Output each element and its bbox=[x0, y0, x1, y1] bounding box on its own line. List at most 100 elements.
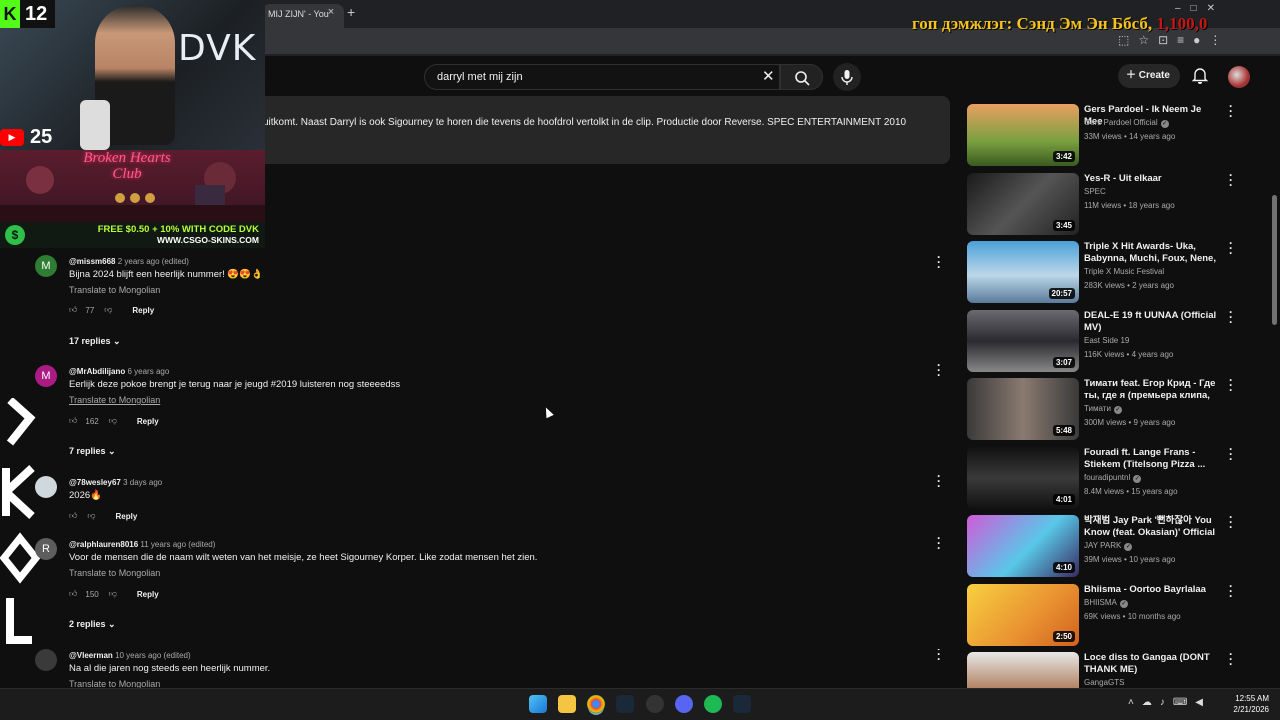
comment-author[interactable]: @missm668 bbox=[69, 257, 116, 266]
sidebar-scrollbar[interactable] bbox=[1272, 195, 1277, 325]
system-tray[interactable]: ˄☁♪⌨◀ bbox=[1128, 697, 1211, 708]
thumbs-down-icon[interactable]: 👎︎ bbox=[109, 589, 117, 599]
comment-menu-icon[interactable]: · · · bbox=[934, 532, 944, 554]
app-icon[interactable] bbox=[646, 695, 664, 713]
clear-search-icon[interactable]: ✕ bbox=[762, 67, 775, 85]
comment-time[interactable]: 6 years ago bbox=[127, 367, 169, 376]
translate-link[interactable]: Translate to Mongolian bbox=[69, 568, 160, 578]
channel-name[interactable]: Gers Pardoel Official ✓ bbox=[1084, 118, 1169, 128]
reply-button[interactable]: Reply bbox=[132, 306, 154, 315]
view-replies-button[interactable]: 17 replies ⌄ bbox=[69, 336, 121, 347]
file-explorer-icon[interactable] bbox=[558, 695, 576, 713]
steam-icon[interactable] bbox=[733, 695, 751, 713]
video-description[interactable]: uitkomt. Naast Darryl is ook Sigourney t… bbox=[250, 96, 950, 164]
video-thumbnail[interactable]: 4:01 bbox=[967, 446, 1079, 509]
thumbs-up-icon[interactable]: 👍︎ bbox=[69, 511, 77, 521]
channel-name[interactable]: fouradipuntnl ✓ bbox=[1084, 473, 1142, 483]
chrome-icon[interactable] bbox=[587, 695, 605, 713]
thumbs-down-icon[interactable]: 👎︎ bbox=[104, 305, 112, 315]
video-thumbnail[interactable]: 3:45 bbox=[967, 172, 1079, 235]
reply-button[interactable]: Reply bbox=[116, 512, 138, 521]
new-tab-button[interactable]: + bbox=[347, 4, 361, 20]
thumbs-up-icon[interactable]: 👍︎ bbox=[69, 416, 77, 426]
thumbs-up-icon[interactable]: 👍︎ bbox=[69, 589, 77, 599]
video-menu-icon[interactable]: · · · bbox=[1229, 374, 1233, 396]
video-menu-icon[interactable]: · · · bbox=[1229, 511, 1233, 533]
view-replies-button[interactable]: 7 replies ⌄ bbox=[69, 446, 116, 457]
channel-name[interactable]: GangaGTS bbox=[1084, 678, 1124, 687]
comment-avatar[interactable] bbox=[35, 649, 57, 671]
video-menu-icon[interactable]: · · · bbox=[1229, 443, 1233, 465]
video-title[interactable]: Yes-R - Uit elkaar bbox=[1084, 173, 1217, 185]
comment-menu-icon[interactable]: · · · bbox=[934, 649, 944, 665]
discord-icon[interactable] bbox=[675, 695, 693, 713]
reply-button[interactable]: Reply bbox=[137, 417, 159, 426]
video-menu-icon[interactable]: · · · bbox=[1229, 306, 1233, 328]
comment-author[interactable]: @MrAbdilijano bbox=[69, 367, 125, 376]
video-title[interactable]: Fouradi ft. Lange Frans - Stiekem (Titel… bbox=[1084, 447, 1217, 471]
spotify-icon[interactable] bbox=[704, 695, 722, 713]
related-video-card[interactable]: 4:01 Fouradi ft. Lange Frans - Stiekem (T… bbox=[967, 443, 1233, 509]
reply-button[interactable]: Reply bbox=[137, 590, 159, 599]
steam-icon[interactable] bbox=[616, 695, 634, 713]
comment-time[interactable]: 2 years ago (edited) bbox=[118, 257, 189, 266]
comment-avatar[interactable]: M bbox=[35, 255, 57, 277]
comment-time[interactable]: 3 days ago bbox=[123, 478, 162, 487]
related-video-card[interactable]: 20:57 Triple X Hit Awards- Uka, Babynna, … bbox=[967, 237, 1233, 303]
channel-name[interactable]: JAY PARK ✓ bbox=[1084, 541, 1133, 551]
video-title[interactable]: Loce diss to Gangaa (DONT THANK ME) bbox=[1084, 652, 1217, 676]
voice-search-button[interactable] bbox=[833, 63, 861, 91]
translate-link[interactable]: Translate to Mongolian bbox=[69, 285, 160, 295]
video-menu-icon[interactable]: · · · bbox=[1229, 169, 1233, 191]
video-thumbnail[interactable]: 4:10 bbox=[967, 515, 1079, 577]
channel-name[interactable]: Triple X Music Festival bbox=[1084, 267, 1164, 276]
comment-avatar[interactable]: R bbox=[35, 538, 57, 560]
video-thumbnail[interactable]: 2:50 bbox=[967, 583, 1079, 646]
video-menu-icon[interactable]: · · · bbox=[1229, 100, 1233, 122]
view-replies-button[interactable]: 2 replies ⌄ bbox=[69, 619, 116, 630]
video-title[interactable]: Triple X Hit Awards- Uka, Babynna, Muchi… bbox=[1084, 241, 1217, 265]
browser-extension-icons[interactable]: ⬚☆⊡≡●⋮ bbox=[1118, 33, 1230, 47]
video-menu-icon[interactable]: · · · bbox=[1229, 580, 1233, 602]
channel-name[interactable]: BHIISMA ✓ bbox=[1084, 598, 1128, 608]
video-title[interactable]: Тимати feat. Егор Крид - Где ты, где я (… bbox=[1084, 378, 1217, 402]
video-thumbnail[interactable]: 3:42 bbox=[967, 104, 1079, 166]
video-thumbnail[interactable]: 20:57 bbox=[967, 241, 1079, 303]
account-avatar[interactable] bbox=[1228, 66, 1250, 88]
related-video-card[interactable]: 4:10 박재범 Jay Park '뻔하잖아 You Know (feat. O… bbox=[967, 511, 1233, 577]
comment-time[interactable]: 11 years ago (edited) bbox=[140, 540, 215, 549]
thumbs-down-icon[interactable]: 👎︎ bbox=[87, 511, 95, 521]
channel-name[interactable]: Тимати ✓ bbox=[1084, 404, 1122, 414]
window-controls[interactable]: –□✕ bbox=[1175, 3, 1225, 14]
comment-menu-icon[interactable]: · · · bbox=[934, 470, 944, 492]
video-title[interactable]: DEAL-E 19 ft UUNAA (Official MV) bbox=[1084, 310, 1217, 334]
comment-menu-icon[interactable]: · · · bbox=[934, 251, 944, 273]
notifications-bell-icon[interactable] bbox=[1191, 66, 1209, 89]
related-video-card[interactable]: 3:07 DEAL-E 19 ft UUNAA (Official MV) East… bbox=[967, 306, 1233, 372]
channel-name[interactable]: SPEC bbox=[1084, 187, 1106, 196]
related-video-card[interactable]: 3:42 Gers Pardoel - Ik Neem Je Mee Gers Pa… bbox=[967, 100, 1233, 166]
search-input[interactable]: darryl met mij zijn bbox=[424, 64, 780, 90]
video-thumbnail[interactable]: 3:07 bbox=[967, 309, 1079, 372]
thumbs-down-icon[interactable]: 👎︎ bbox=[109, 416, 117, 426]
comment-menu-icon[interactable]: · · · bbox=[934, 359, 944, 381]
video-title[interactable]: 박재범 Jay Park '뻔하잖아 You Know (feat. Okasi… bbox=[1084, 515, 1217, 539]
search-button[interactable] bbox=[780, 64, 823, 90]
translate-link[interactable]: Translate to Mongolian bbox=[69, 395, 160, 405]
taskbar-clock[interactable]: 12:55 AM 2/21/2026 bbox=[1225, 693, 1269, 715]
channel-name[interactable]: East Side 19 bbox=[1084, 336, 1129, 345]
comment-author[interactable]: @78wesley67 bbox=[69, 478, 121, 487]
video-menu-icon[interactable]: · · · bbox=[1229, 237, 1233, 259]
start-icon[interactable] bbox=[529, 695, 547, 713]
comment-avatar[interactable]: M bbox=[35, 365, 57, 387]
comment-avatar[interactable] bbox=[35, 476, 57, 498]
related-video-card[interactable]: 3:45 Yes-R - Uit elkaar SPEC 11M views • 18… bbox=[967, 169, 1233, 235]
tab-close-icon[interactable]: × bbox=[323, 6, 339, 18]
thumbs-up-icon[interactable]: 👍︎ bbox=[69, 305, 77, 315]
video-thumbnail[interactable]: 5:48 bbox=[967, 378, 1079, 440]
related-video-card[interactable]: 2:50 Bhiisma - Oortoo Bayrlalaa BHIISMA ✓ 69… bbox=[967, 580, 1233, 646]
related-video-card[interactable]: 5:48 Тимати feat. Егор Крид - Где ты, где… bbox=[967, 374, 1233, 440]
video-menu-icon[interactable]: · · · bbox=[1229, 648, 1233, 670]
comment-time[interactable]: 10 years ago (edited) bbox=[115, 651, 191, 660]
comment-author[interactable]: @ralphlauren8016 bbox=[69, 540, 138, 549]
